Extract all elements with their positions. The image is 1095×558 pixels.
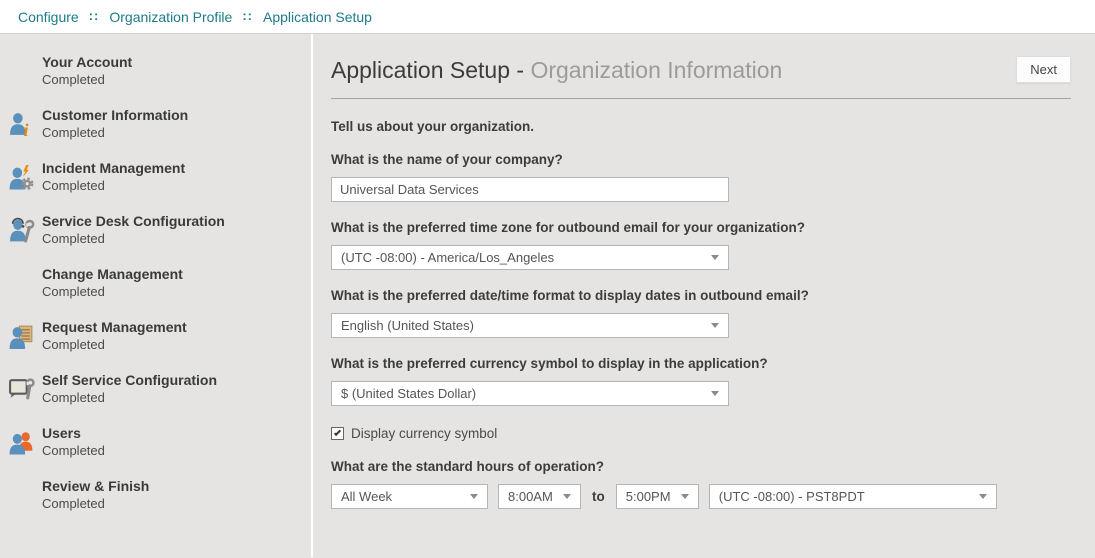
step-title: Change Management	[42, 266, 183, 282]
hours-end-dropdown[interactable]: 5:00PM	[616, 484, 699, 509]
step-status: Completed	[42, 284, 183, 300]
breadcrumb-separator: ::	[242, 8, 253, 23]
step-status: Completed	[42, 72, 132, 88]
sidebar-item-your-account[interactable]: Your Account Completed	[0, 54, 311, 88]
step-title: Service Desk Configuration	[42, 213, 225, 229]
currency-value: $ (United States Dollar)	[341, 386, 476, 401]
application-setup-panel: Application Setup - Organization Informa…	[311, 34, 1095, 557]
sidebar-item-review-finish[interactable]: Review & Finish Completed	[0, 478, 311, 512]
checkmark-icon	[334, 429, 341, 436]
company-name-input[interactable]	[331, 177, 729, 202]
hours-of-operation-label: What are the standard hours of operation…	[331, 459, 1071, 474]
hours-days-dropdown[interactable]: All Week	[331, 484, 488, 509]
step-status: Completed	[42, 443, 105, 459]
monitor-wrench-icon	[8, 376, 42, 403]
step-title: Incident Management	[42, 160, 185, 176]
step-status: Completed	[42, 231, 225, 247]
step-title: Users	[42, 425, 105, 441]
users-icon	[8, 429, 42, 456]
chevron-down-icon	[711, 255, 719, 260]
sidebar-item-request-management[interactable]: Request Management Completed	[0, 319, 311, 353]
datetime-format-dropdown[interactable]: English (United States)	[331, 313, 729, 338]
display-currency-label: Display currency symbol	[351, 426, 497, 441]
hours-start-dropdown[interactable]: 8:00AM	[498, 484, 581, 509]
chevron-down-icon	[681, 494, 689, 499]
hours-days-value: All Week	[341, 489, 392, 504]
svg-text:i: i	[24, 119, 29, 137]
datetime-format-value: English (United States)	[341, 318, 474, 333]
title-divider	[331, 98, 1071, 99]
hours-timezone-dropdown[interactable]: (UTC -08:00) - PST8PDT	[709, 484, 997, 509]
step-status: Completed	[42, 178, 185, 194]
step-status: Completed	[42, 337, 187, 353]
sidebar-item-incident-management[interactable]: Incident Management Completed	[0, 160, 311, 194]
step-title: Request Management	[42, 319, 187, 335]
timezone-email-value: (UTC -08:00) - America/Los_Angeles	[341, 250, 554, 265]
chevron-down-icon	[470, 494, 478, 499]
user-wrench-icon	[8, 217, 42, 244]
sidebar-item-service-desk-configuration[interactable]: Service Desk Configuration Completed	[0, 213, 311, 247]
breadcrumb-application-setup[interactable]: Application Setup	[263, 9, 372, 25]
user-gear-icon	[8, 164, 42, 191]
display-currency-checkbox[interactable]	[331, 427, 344, 440]
timezone-email-dropdown[interactable]: (UTC -08:00) - America/Los_Angeles	[331, 245, 729, 270]
hours-of-operation-row: All Week 8:00AM to 5:00PM (UTC -08:00) -…	[331, 484, 1071, 509]
intro-text: Tell us about your organization.	[331, 119, 1071, 134]
breadcrumb: Configure :: Organization Profile :: App…	[0, 0, 1095, 34]
user-info-icon: i	[8, 111, 42, 138]
sidebar-item-customer-information[interactable]: i Customer Information Completed	[0, 107, 311, 141]
step-title: Your Account	[42, 54, 132, 70]
step-title: Customer Information	[42, 107, 188, 123]
setup-steps-sidebar: Your Account Completed i Customer Inform…	[0, 34, 311, 557]
breadcrumb-configure[interactable]: Configure	[18, 9, 79, 25]
step-status: Completed	[42, 496, 149, 512]
step-status: Completed	[42, 390, 217, 406]
chevron-down-icon	[563, 494, 571, 499]
company-name-label: What is the name of your company?	[331, 152, 1071, 167]
datetime-format-label: What is the preferred date/time format t…	[331, 288, 1071, 303]
user-document-icon	[8, 323, 42, 350]
hours-start-value: 8:00AM	[508, 489, 553, 504]
step-status: Completed	[42, 125, 188, 141]
display-currency-checkbox-row[interactable]: Display currency symbol	[331, 426, 1071, 441]
page-title-main: Application Setup -	[331, 57, 530, 83]
sidebar-item-self-service-configuration[interactable]: Self Service Configuration Completed	[0, 372, 311, 406]
currency-dropdown[interactable]: $ (United States Dollar)	[331, 381, 729, 406]
next-button[interactable]: Next	[1016, 56, 1071, 83]
timezone-email-label: What is the preferred time zone for outb…	[331, 220, 1071, 235]
step-title: Self Service Configuration	[42, 372, 217, 388]
hours-to-label: to	[591, 489, 606, 504]
page-title: Application Setup - Organization Informa…	[331, 56, 782, 84]
chevron-down-icon	[711, 323, 719, 328]
page-subtitle: Organization Information	[530, 57, 782, 83]
hours-end-value: 5:00PM	[626, 489, 671, 504]
sidebar-item-users[interactable]: Users Completed	[0, 425, 311, 459]
breadcrumb-separator: ::	[89, 8, 100, 23]
chevron-down-icon	[711, 391, 719, 396]
chevron-down-icon	[979, 494, 987, 499]
breadcrumb-organization-profile[interactable]: Organization Profile	[109, 9, 232, 25]
sidebar-item-change-management[interactable]: Change Management Completed	[0, 266, 311, 300]
hours-timezone-value: (UTC -08:00) - PST8PDT	[719, 489, 865, 504]
step-title: Review & Finish	[42, 478, 149, 494]
currency-label: What is the preferred currency symbol to…	[331, 356, 1071, 371]
